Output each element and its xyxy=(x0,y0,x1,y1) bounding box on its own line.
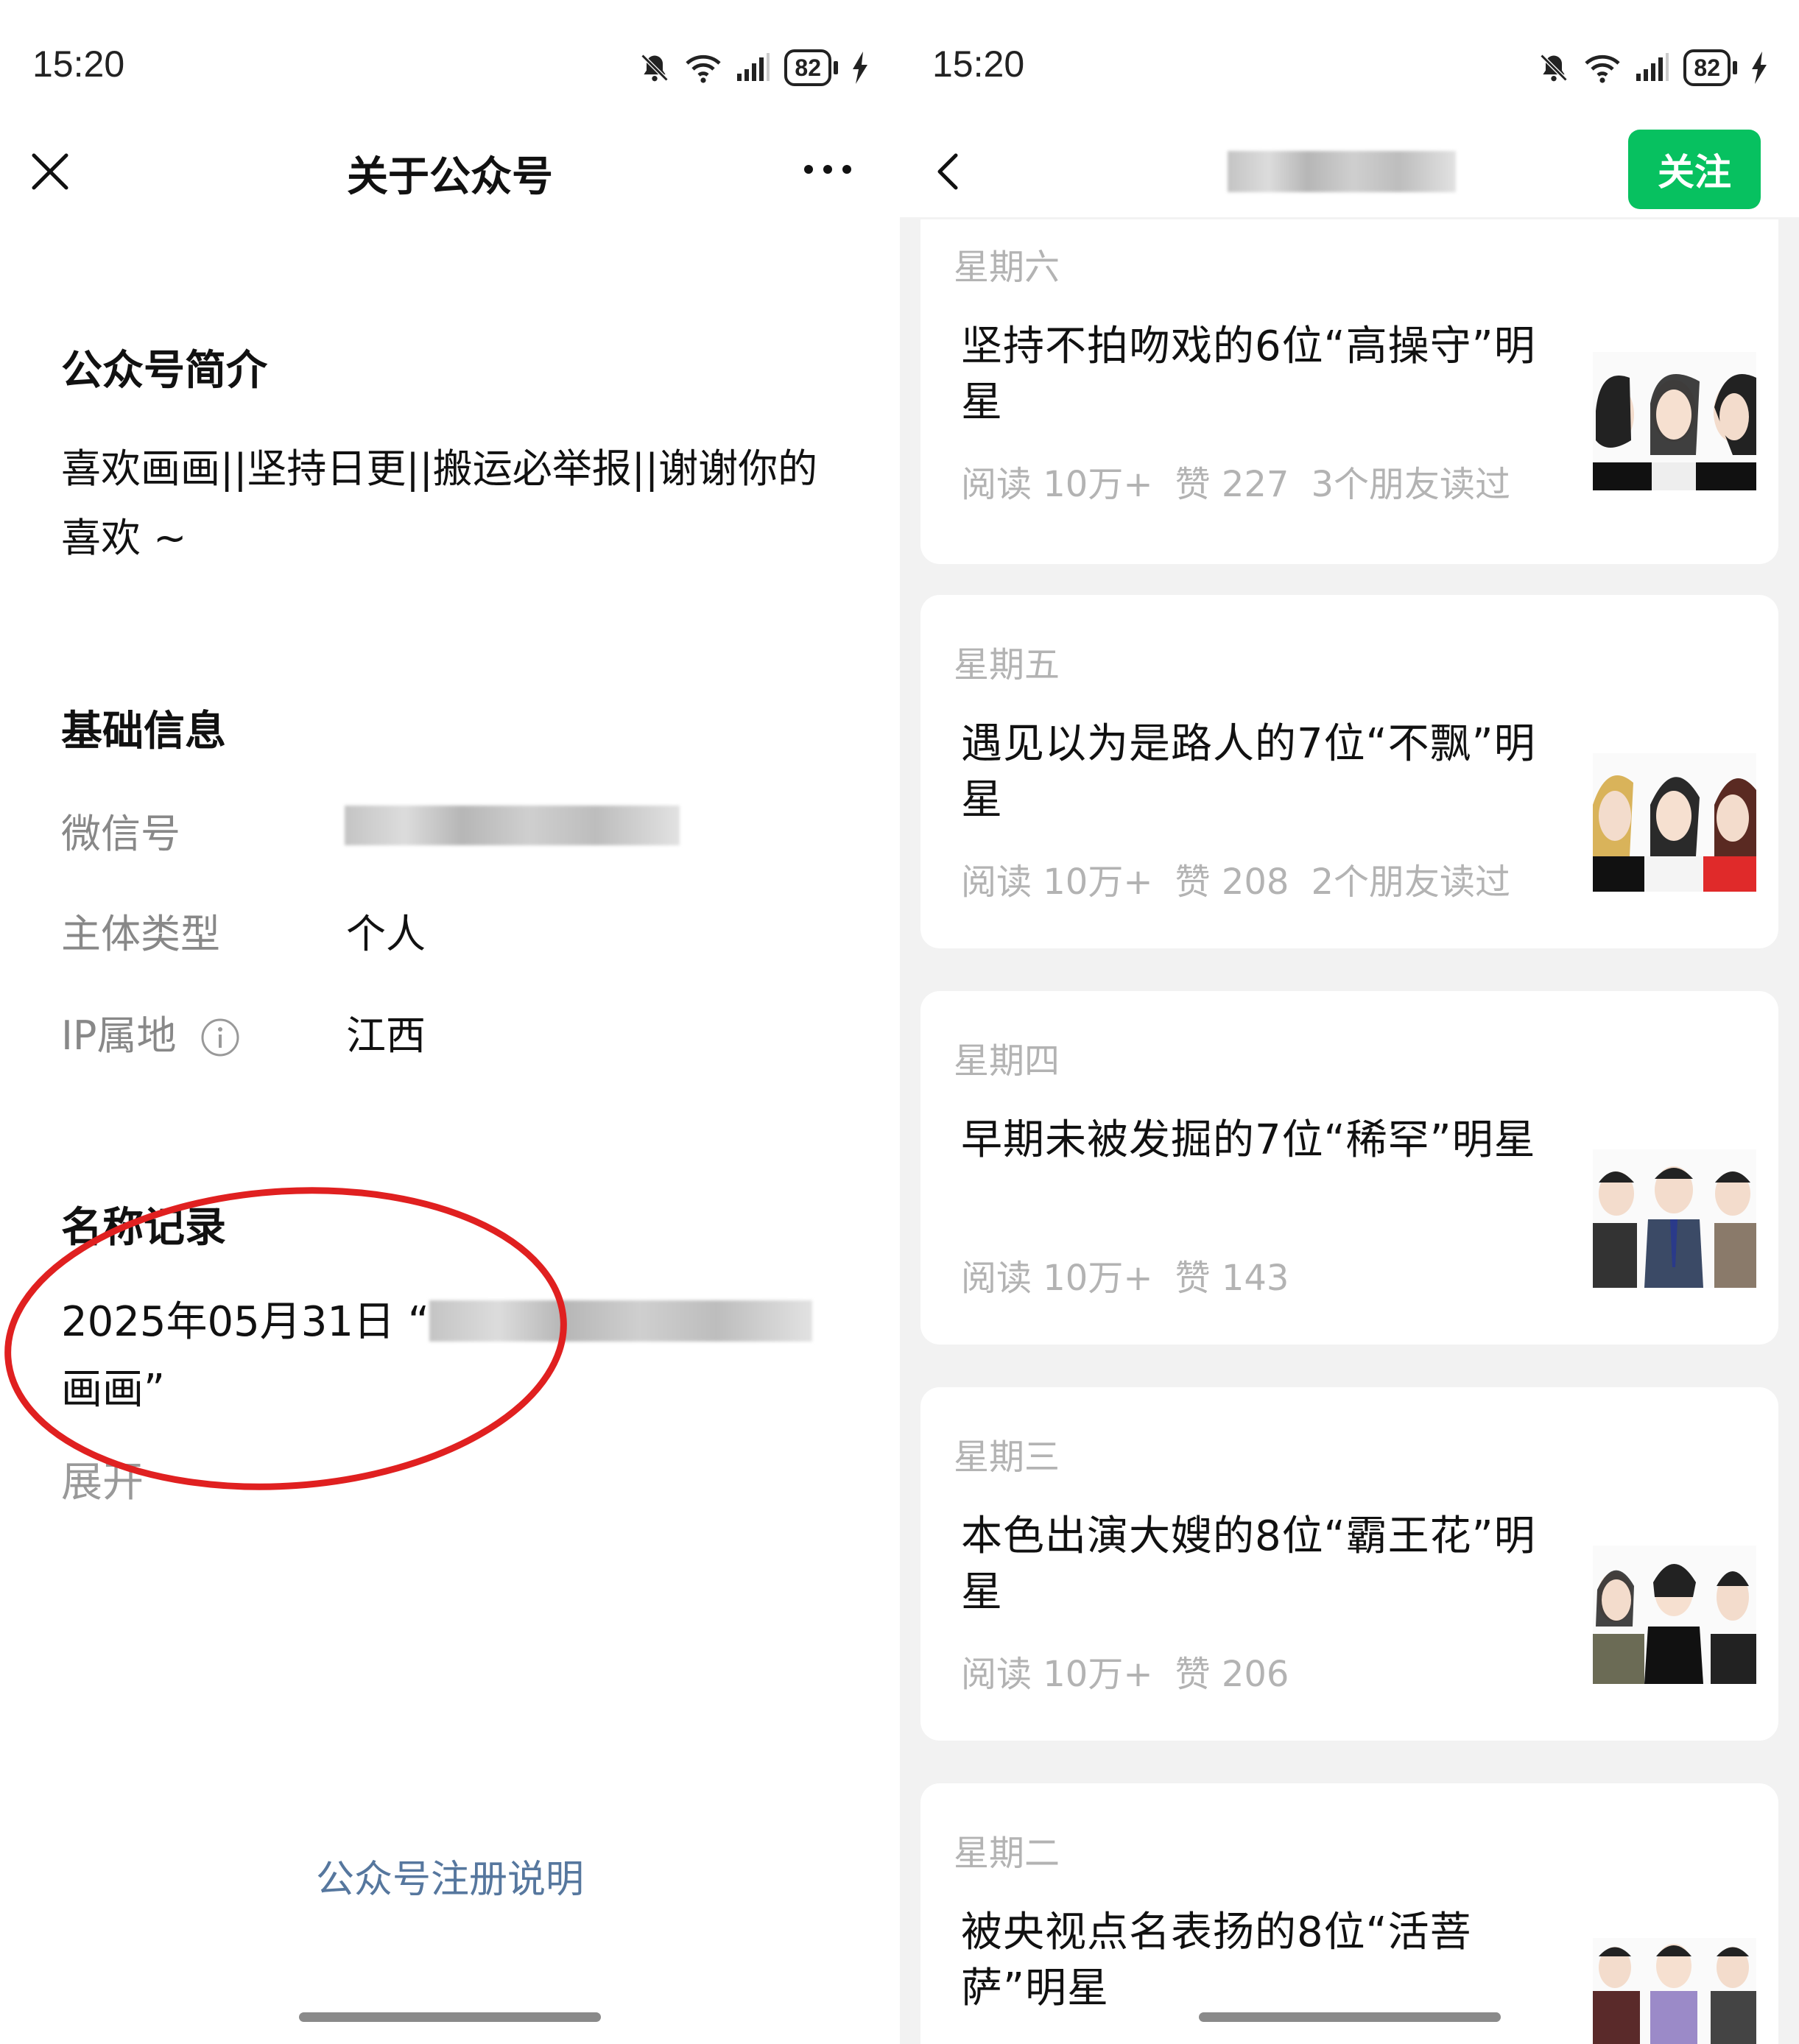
status-time: 15:20 xyxy=(32,43,125,85)
wifi-icon xyxy=(686,54,722,83)
article-thumbnail xyxy=(1593,753,1756,892)
ip-location-value: 江西 xyxy=(346,1012,426,1059)
home-indicator xyxy=(299,2012,601,2022)
article-title: 本色出演大嫂的8位“霸王花”明星 xyxy=(961,1512,1536,1616)
status-bar: 15:20 82 xyxy=(0,38,900,97)
article-meta: 阅读 10万+ 赞 227 3个朋友读过 xyxy=(961,455,1532,507)
status-bar: 15:20 82 xyxy=(900,38,1799,97)
article-card[interactable]: 星期六 坚持不拍吻戏的6位“高操守”明星 阅读 10万+ 赞 227 3个朋友读过 xyxy=(920,219,1778,564)
article-friends: 3个朋友读过 xyxy=(1311,464,1510,505)
article-reads: 阅读 10万+ xyxy=(961,464,1153,505)
bell-off-icon xyxy=(641,54,669,82)
registration-info-link[interactable]: 公众号注册说明 xyxy=(0,1848,900,1903)
battery-icon: 82 xyxy=(784,49,838,86)
home-indicator xyxy=(1199,2012,1501,2022)
basic-info-title: 基础信息 xyxy=(61,708,226,755)
account-name-redacted xyxy=(1228,151,1456,192)
account-articles-panel: 15:20 82 关注 星期六 坚持不拍吻戏的6位“高操守”明星 阅读 10万+… xyxy=(900,0,1799,2044)
annotation-red-circle xyxy=(4,1187,567,1490)
article-day: 星期五 xyxy=(954,644,1060,686)
article-meta: 阅读 10万+ 赞 208 2个朋友读过 xyxy=(961,853,1532,904)
article-day: 星期六 xyxy=(954,247,1060,288)
article-title: 坚持不拍吻戏的6位“高操守”明星 xyxy=(961,323,1536,426)
article-reads: 阅读 10万+ xyxy=(961,1654,1153,1695)
article-title: 早期未被发掘的7位“稀罕”明星 xyxy=(961,1116,1536,1164)
top-nav: 关于公众号 xyxy=(0,136,900,202)
wifi-icon xyxy=(1585,54,1621,83)
article-day: 星期二 xyxy=(954,1833,1060,1874)
article-title: 被央视点名表扬的8位“活菩萨”明星 xyxy=(961,1909,1472,2012)
article-card[interactable]: 星期二 被央视点名表扬的8位“活菩萨”明星 xyxy=(920,1783,1778,2044)
article-likes: 赞 206 xyxy=(1175,1654,1289,1695)
article-card[interactable]: 星期四 早期未被发掘的7位“稀罕”明星 阅读 10万+ 赞 143 xyxy=(920,991,1778,1345)
intro-section-title: 公众号简介 xyxy=(61,347,267,395)
article-thumbnail xyxy=(1593,1149,1756,1288)
article-likes: 赞 227 xyxy=(1175,464,1289,505)
article-card[interactable]: 星期三 本色出演大嫂的8位“霸王花”明星 阅读 10万+ 赞 206 xyxy=(920,1387,1778,1741)
ip-location-label: IP属地 xyxy=(61,1003,241,1061)
article-day: 星期四 xyxy=(954,1040,1060,1082)
article-list: 星期六 坚持不拍吻戏的6位“高操守”明星 阅读 10万+ 赞 227 3个朋友读过 … xyxy=(920,219,1778,2044)
follow-button[interactable]: 关注 xyxy=(1628,130,1761,209)
article-meta: 阅读 10万+ 赞 206 xyxy=(961,1645,1311,1696)
info-icon[interactable] xyxy=(200,1017,241,1058)
article-thumbnail xyxy=(1593,1546,1756,1684)
more-icon[interactable] xyxy=(798,151,857,188)
article-thumbnail xyxy=(1593,1938,1756,2044)
article-day: 星期三 xyxy=(954,1437,1060,1478)
article-reads: 阅读 10万+ xyxy=(961,861,1153,903)
bell-off-icon xyxy=(1540,54,1568,82)
charging-icon xyxy=(1752,52,1767,84)
article-title: 遇见以为是路人的7位“不飘”明星 xyxy=(961,720,1536,824)
intro-text: 喜欢画画||坚持日更||搬运必举报||谢谢你的喜欢 ~ xyxy=(61,445,818,561)
signal-icon xyxy=(737,53,770,81)
ip-location-label-text: IP属地 xyxy=(61,1012,177,1059)
signal-icon xyxy=(1636,53,1669,81)
article-friends: 2个朋友读过 xyxy=(1311,861,1510,903)
article-thumbnail xyxy=(1593,352,1756,490)
battery-level: 82 xyxy=(1683,49,1731,86)
status-time: 15:20 xyxy=(932,43,1025,85)
about-account-panel: 15:20 82 关于公众号 公众号简介 喜欢画画||坚持日更||搬运必举报||… xyxy=(0,0,900,2044)
article-meta: 阅读 10万+ 赞 143 xyxy=(961,1249,1311,1300)
top-nav: 关注 xyxy=(900,130,1799,209)
battery-level: 82 xyxy=(784,49,831,86)
back-icon[interactable] xyxy=(928,149,972,194)
entity-type-value: 个人 xyxy=(346,911,426,957)
article-likes: 赞 208 xyxy=(1175,861,1289,903)
page-title: 关于公众号 xyxy=(347,153,553,201)
battery-icon: 82 xyxy=(1683,49,1737,86)
article-card[interactable]: 星期五 遇见以为是路人的7位“不飘”明星 阅读 10万+ 赞 208 2个朋友读过 xyxy=(920,595,1778,948)
charging-icon xyxy=(853,52,867,84)
article-likes: 赞 143 xyxy=(1175,1258,1289,1299)
status-icons: 82 xyxy=(638,46,869,90)
entity-type-label: 主体类型 xyxy=(61,911,220,957)
status-icons: 82 xyxy=(1538,46,1768,90)
wechat-id-label: 微信号 xyxy=(61,811,180,857)
wechat-id-redacted xyxy=(345,806,680,845)
article-reads: 阅读 10万+ xyxy=(961,1258,1153,1299)
